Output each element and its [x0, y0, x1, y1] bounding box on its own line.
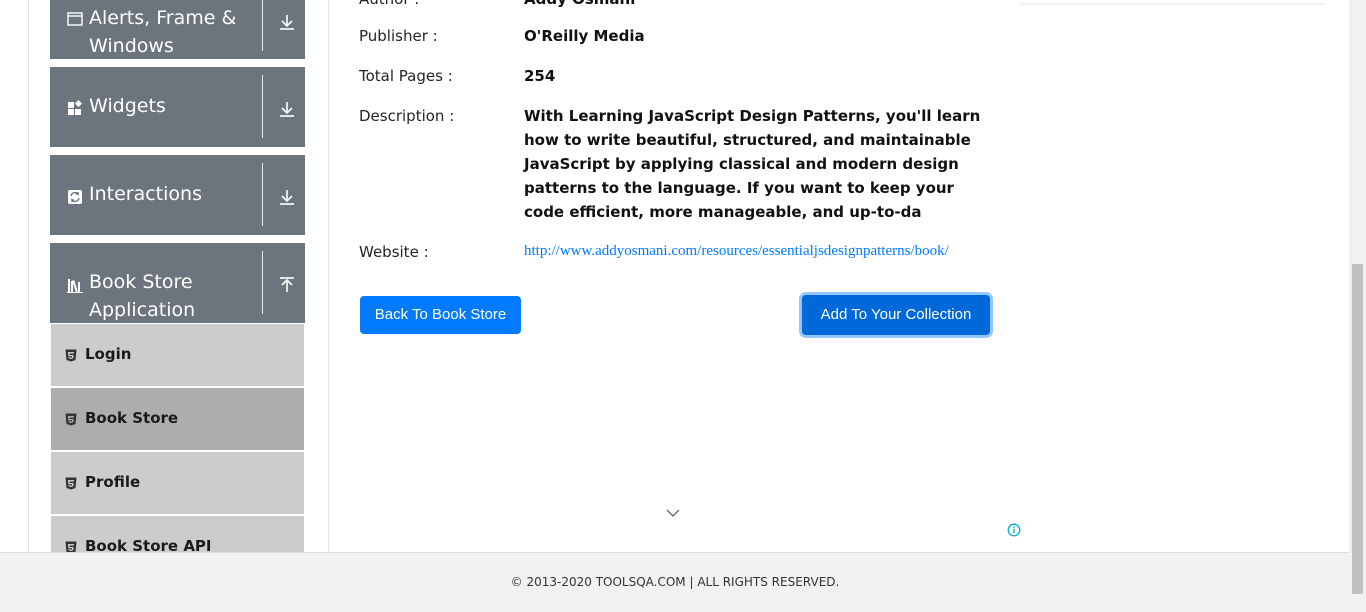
content-divider [328, 0, 329, 552]
website-label: Website : [359, 243, 429, 261]
arrow-up-icon[interactable] [278, 276, 296, 294]
sidebar-item-profile[interactable]: Profile [51, 452, 304, 514]
separator [262, 163, 263, 226]
sidebar-group-label: Application [89, 299, 196, 321]
separator [262, 75, 263, 138]
sidebar-group-label: Alerts, Frame & [89, 7, 237, 29]
sidebar-group-label: Widgets [89, 95, 166, 117]
description-value: With Learning JavaScript Design Patterns… [524, 107, 981, 221]
publisher-label: Publisher : [359, 27, 438, 45]
add-to-collection-button[interactable]: Add To Your Collection [802, 295, 990, 335]
widgets-icon [68, 100, 83, 115]
page: Alerts, Frame & Windows Widgets Interact… [0, 0, 1366, 612]
back-to-book-store-button[interactable]: Back To Book Store [360, 296, 521, 334]
sidebar-item-label: Login [85, 345, 132, 363]
separator [262, 0, 263, 51]
sidebar-group-alerts-frame-windows[interactable]: Alerts, Frame & Windows [50, 0, 305, 59]
author-label: Author : [359, 0, 419, 8]
separator [262, 251, 263, 314]
scrollbar-thumb[interactable] [1352, 264, 1363, 594]
arrow-down-icon[interactable] [278, 100, 296, 118]
sidebar-item-book-store[interactable]: Book Store [51, 388, 304, 450]
footer-copyright: © 2013-2020 TOOLSQA.COM | ALL RIGHTS RES… [510, 575, 840, 589]
sidebar-group-label: Interactions [89, 183, 202, 205]
total-pages-label: Total Pages : [359, 67, 453, 85]
chevron-down-icon[interactable] [666, 508, 680, 518]
info-icon[interactable] [1007, 523, 1021, 537]
website-link[interactable]: http://www.addyosmani.com/resources/esse… [524, 243, 949, 260]
author-value: Addy Osmani [524, 0, 635, 8]
sidebar-left-border [28, 0, 29, 552]
sidebar-group-interactions[interactable]: Interactions [50, 155, 305, 235]
books-icon [67, 279, 83, 293]
description-label: Description : [359, 107, 455, 125]
sidebar-item-label: Book Store [85, 409, 179, 427]
sidebar-group-label: Windows [89, 35, 174, 57]
sidebar-item-label: Profile [85, 473, 141, 491]
sidebar-group-book-store-application[interactable]: Book Store Application [50, 243, 305, 323]
interactions-icon [68, 190, 82, 204]
sidebar-group-widgets[interactable]: Widgets [50, 67, 305, 147]
vertical-scrollbar[interactable] [1349, 0, 1366, 612]
footer: © 2013-2020 TOOLSQA.COM | ALL RIGHTS RES… [0, 552, 1350, 612]
window-icon [67, 12, 83, 26]
arrow-down-icon[interactable] [278, 188, 296, 206]
total-pages-value: 254 [524, 67, 556, 85]
html5-icon [65, 477, 77, 490]
html5-icon [65, 413, 77, 426]
sidebar-group-label: Book Store [89, 271, 193, 293]
html5-icon [65, 349, 77, 362]
sidebar-item-login[interactable]: Login [51, 324, 304, 386]
publisher-value: O'Reilly Media [524, 27, 645, 45]
ad-container-edge [1020, 0, 1325, 3]
arrow-down-icon[interactable] [278, 13, 296, 31]
